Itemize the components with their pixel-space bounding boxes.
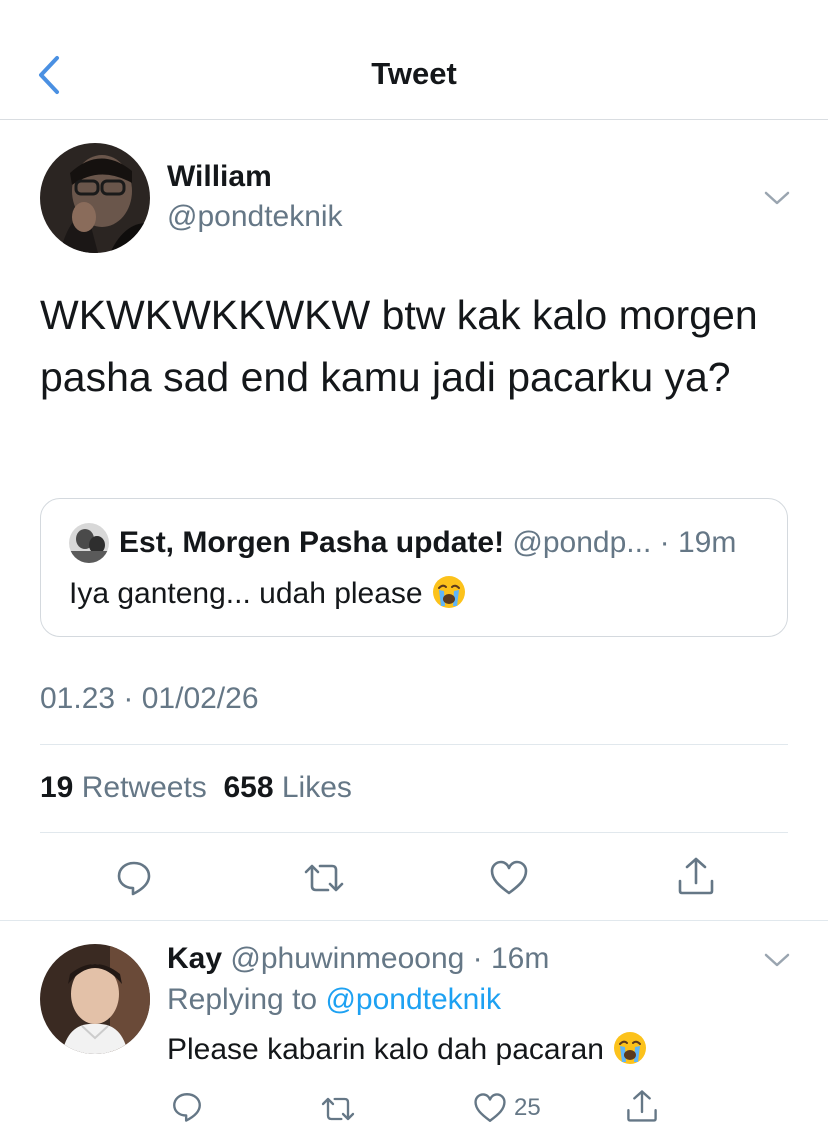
reply-avatar[interactable] [40, 944, 150, 1054]
reply-retweet-button[interactable] [318, 1092, 358, 1126]
reply-handle-time: @phuwinmeoong · 16m [230, 942, 550, 975]
author-name[interactable]: William [167, 160, 272, 194]
quoted-header: Est, Morgen Pasha update! @pondp... · 19… [119, 526, 736, 560]
retweet-button[interactable] [300, 858, 348, 898]
author-handle[interactable]: @pondteknik [167, 200, 343, 234]
like-button[interactable] [488, 858, 530, 898]
tweet-text: WKWKWKKWKW btw kak kalo morgen pasha sad… [40, 292, 758, 400]
divider [0, 920, 828, 921]
tweet-stats: 19 Retweets 658 Likes [40, 771, 352, 805]
reply-menu-button[interactable] [762, 950, 792, 970]
retweet-icon [304, 864, 344, 892]
like-icon [490, 860, 528, 895]
quoted-text: Iya ganteng... udah please [69, 577, 423, 610]
replying-to-prefix: Replying to [167, 983, 318, 1016]
retweet-label: Retweets [81, 771, 207, 804]
dropdown-chevron-icon [764, 191, 790, 205]
reply-author-name[interactable]: Kay [167, 942, 222, 975]
reply-icon [173, 1093, 201, 1122]
share-button[interactable] [676, 855, 716, 897]
reply-text-row: Please kabarin kalo dah pacaran [167, 1032, 648, 1069]
quoted-tweet[interactable]: Est, Morgen Pasha update! @pondp... · 19… [40, 498, 788, 637]
crying-face-emoji [432, 576, 465, 609]
replying-to: Replying to @pondteknik [167, 983, 501, 1017]
reply-icon [117, 861, 151, 896]
reply-share-button[interactable] [625, 1088, 659, 1124]
divider [40, 832, 788, 833]
replying-to-mention[interactable]: @pondteknik [325, 983, 501, 1016]
dropdown-chevron-icon [764, 953, 790, 967]
share-icon [627, 1090, 657, 1122]
reply-header: Kay @phuwinmeoong · 16m [167, 942, 549, 976]
author-avatar[interactable] [40, 143, 150, 253]
tweet-timestamp: 01.23 · 01/02/26 [40, 682, 259, 715]
likes-stat[interactable]: 658 Likes [223, 771, 351, 804]
quoted-handle-time: @pondp... · 19m [512, 526, 737, 559]
page-title: Tweet [371, 56, 457, 91]
tweet-menu-button[interactable] [762, 188, 792, 208]
top-bar: Tweet [0, 0, 828, 120]
retweets-stat[interactable]: 19 Retweets [40, 771, 207, 804]
crying-face-emoji [614, 1032, 647, 1065]
quoted-name: Est, Morgen Pasha update! [119, 526, 505, 559]
quoted-text-row: Iya ganteng... udah please [69, 576, 467, 613]
quoted-avatar [69, 523, 109, 563]
reply-like-button[interactable] [472, 1091, 508, 1125]
reply-like-count: 25 [514, 1094, 541, 1121]
retweet-icon [321, 1097, 355, 1121]
like-icon [474, 1093, 506, 1122]
reply-button[interactable] [114, 858, 154, 898]
reply-text: Please kabarin kalo dah pacaran [167, 1033, 604, 1066]
reply-reply-button[interactable] [170, 1090, 204, 1124]
like-label: Likes [281, 771, 352, 804]
share-icon [678, 857, 714, 895]
like-count: 658 [223, 771, 274, 804]
retweet-count: 19 [40, 771, 74, 804]
divider [40, 744, 788, 745]
